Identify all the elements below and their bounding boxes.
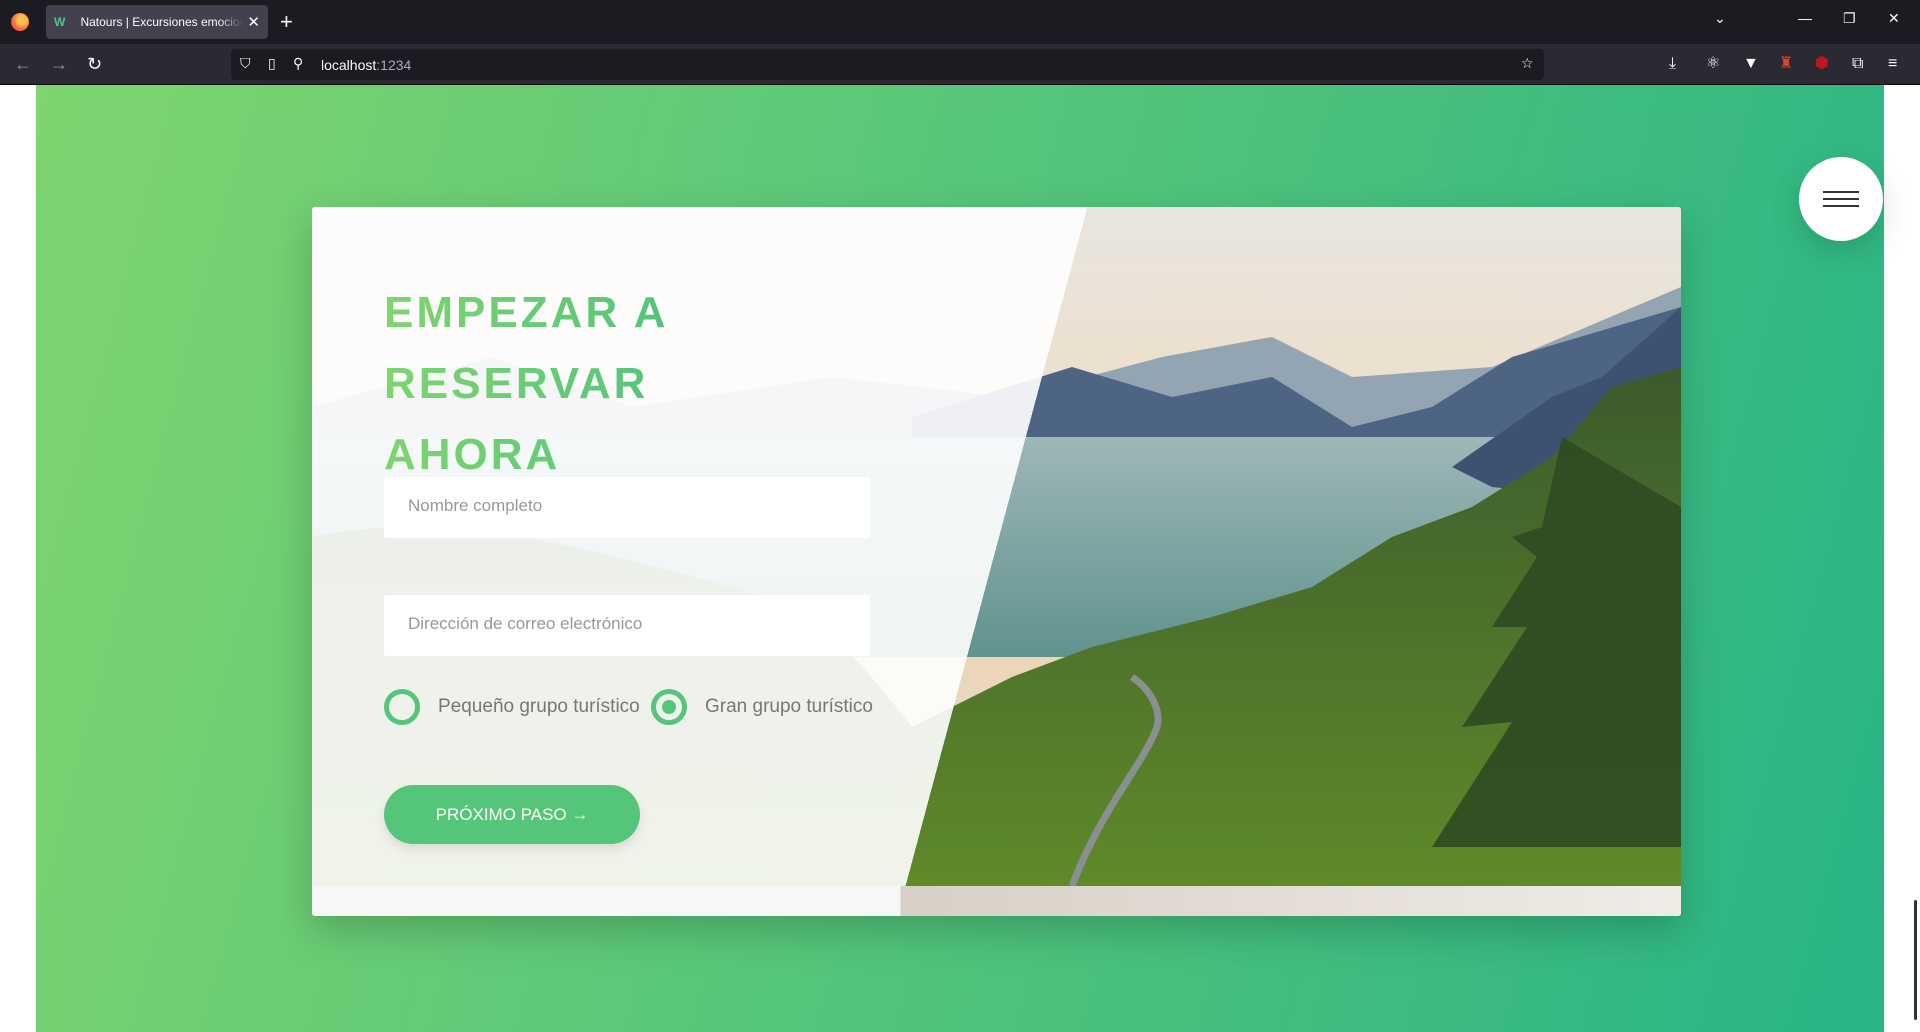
- radio-small-tour[interactable]: Pequeño grupo turístico: [384, 689, 640, 725]
- booking-card: Empezar a reservar ahora Pequeño grupo t…: [312, 207, 1681, 916]
- email-input[interactable]: [384, 595, 870, 656]
- app-menu-icon[interactable]: ≡: [1888, 54, 1897, 74]
- page-viewport: Empezar a reservar ahora Pequeño grupo t…: [0, 85, 1920, 1032]
- navigation-menu-button[interactable]: [1799, 157, 1883, 241]
- booking-section: Empezar a reservar ahora Pequeño grupo t…: [36, 85, 1884, 1032]
- hamburger-line: [1823, 205, 1859, 207]
- radio-large-tour-button[interactable]: [651, 689, 687, 725]
- reload-icon[interactable]: ↻: [87, 53, 102, 75]
- page-scrollbar[interactable]: [1914, 900, 1917, 1020]
- bookmark-star-icon[interactable]: ☆: [1521, 55, 1534, 72]
- heading-line-1: Empezar a reservar: [384, 288, 667, 408]
- radio-large-tour-label[interactable]: Gran grupo turístico: [705, 696, 873, 718]
- radio-large-tour[interactable]: Gran grupo turístico: [651, 689, 873, 725]
- new-tab-icon[interactable]: +: [280, 9, 293, 35]
- ublock-origin-icon[interactable]: ⬢: [1815, 54, 1829, 74]
- card-bottom-strip: [312, 886, 1681, 916]
- full-name-input[interactable]: [384, 477, 870, 538]
- window-close-icon[interactable]: ✕: [1888, 10, 1900, 27]
- address-bar[interactable]: ⛉ ▯ ⚲ localhost:1234 ☆: [231, 49, 1544, 80]
- browser-navbar: ← → ↻ ⛉ ▯ ⚲ localhost:1234 ☆ ⤓ ⚛ ▼ ♜ ⬢ ⧉…: [0, 44, 1920, 85]
- restore-icon[interactable]: ❐: [1843, 10, 1856, 27]
- react-devtools-icon[interactable]: ⚛: [1706, 54, 1720, 74]
- natours-logo-icon: W: [54, 15, 66, 29]
- tab-list-icon[interactable]: ⌄: [1714, 10, 1726, 27]
- radio-small-tour-button[interactable]: [384, 689, 420, 725]
- close-tab-icon[interactable]: ✕: [247, 13, 260, 31]
- vue-devtools-icon[interactable]: ▼: [1743, 54, 1759, 74]
- page-icon[interactable]: ▯: [268, 55, 276, 72]
- minimize-icon[interactable]: —: [1798, 10, 1812, 26]
- browser-tabbar: W Natours | Excursiones emocionantes ✕ +…: [0, 0, 1920, 44]
- back-icon[interactable]: ←: [14, 53, 32, 75]
- hamburger-line: [1823, 198, 1859, 200]
- forward-icon[interactable]: →: [50, 53, 68, 75]
- site-permissions-icon[interactable]: ⚲: [293, 55, 303, 72]
- booking-heading: Empezar a reservar ahora: [384, 277, 944, 490]
- extensions-puzzle-icon[interactable]: ⧉: [1852, 54, 1863, 74]
- shield-icon[interactable]: ⛉: [240, 55, 251, 72]
- next-step-button[interactable]: Próximo paso →: [384, 785, 640, 844]
- downloads-icon[interactable]: ⤓: [1669, 54, 1676, 74]
- firefox-icon[interactable]: [11, 13, 29, 31]
- hamburger-icon: [1823, 191, 1859, 193]
- radio-small-tour-label[interactable]: Pequeño grupo turístico: [438, 696, 640, 718]
- url-text[interactable]: localhost:1234: [321, 57, 411, 73]
- extension-icon[interactable]: ♜: [1779, 54, 1793, 74]
- tab-title: Natours | Excursiones emocionantes: [80, 15, 244, 29]
- booking-form: Empezar a reservar ahora Pequeño grupo t…: [384, 277, 944, 844]
- browser-tab[interactable]: W Natours | Excursiones emocionantes ✕: [46, 5, 268, 39]
